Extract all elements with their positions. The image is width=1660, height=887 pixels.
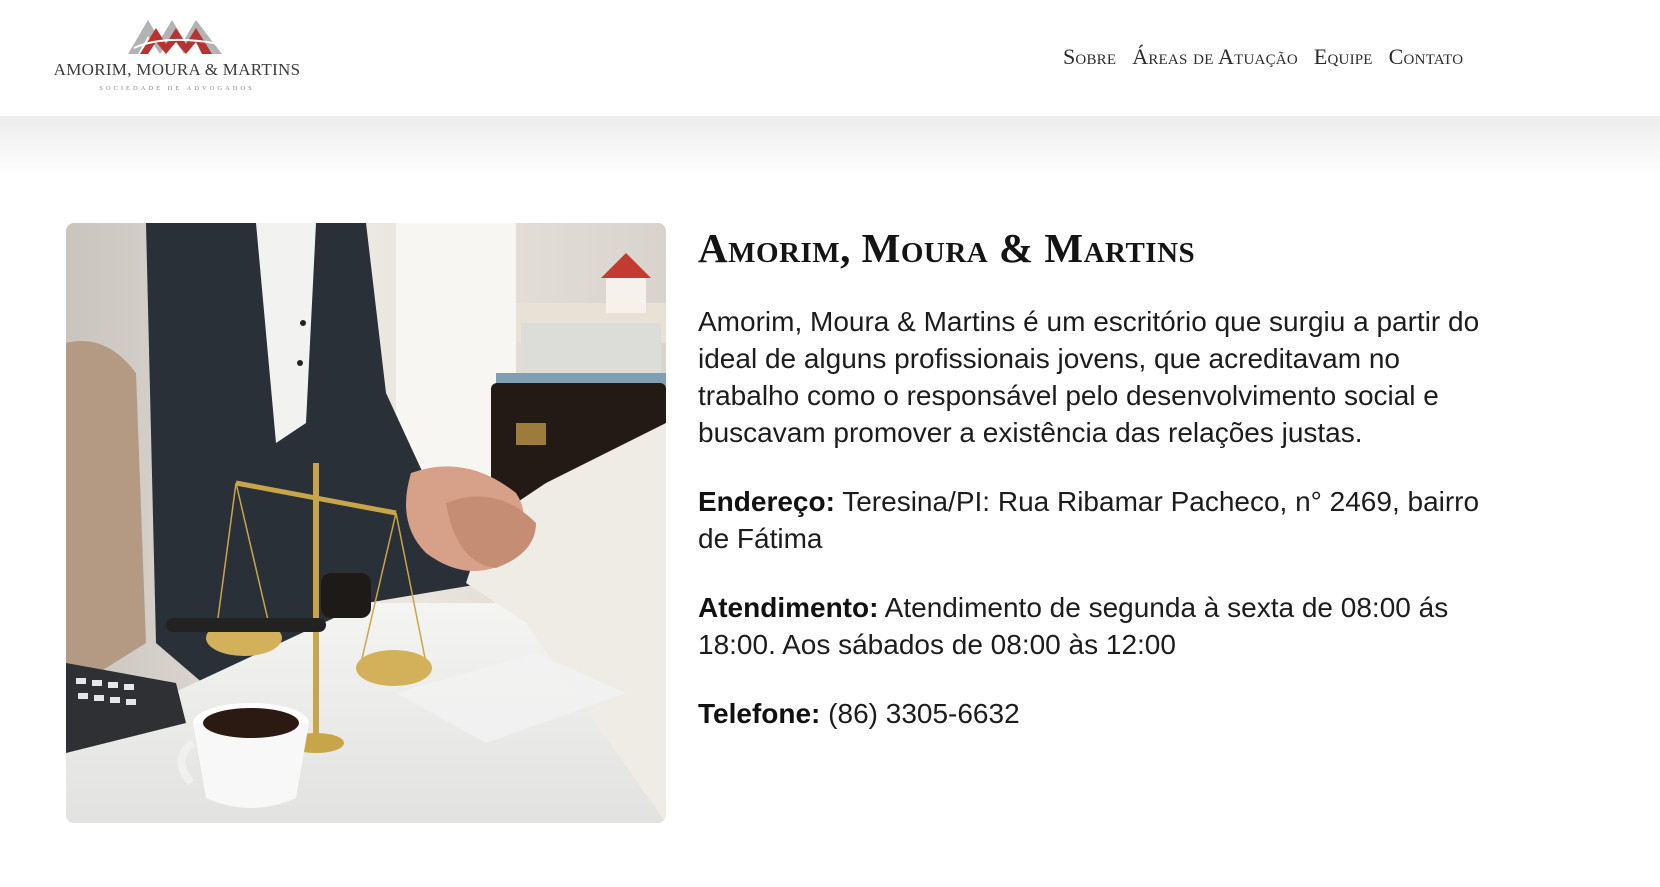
- address-info: Endereço: Teresina/PI: Rua Ribamar Pache…: [698, 483, 1498, 557]
- site-header: AMORIM, MOURA & MARTINS SOCIEDADE DE ADV…: [0, 0, 1660, 116]
- about-section: Amorim, Moura & Martins Amorim, Moura & …: [698, 223, 1518, 732]
- about-title: Amorim, Moura & Martins: [698, 225, 1196, 271]
- main-nav: Sobre Áreas de Atuação Equipe Contato: [1063, 44, 1463, 70]
- about-description: Amorim, Moura & Martins é um escritório …: [698, 306, 1480, 448]
- handshake-photo: [66, 223, 666, 823]
- logo[interactable]: AMORIM, MOURA & MARTINS SOCIEDADE DE ADV…: [52, 14, 302, 98]
- logo-name: AMORIM, MOURA & MARTINS: [53, 60, 301, 79]
- phone-value[interactable]: (86) 3305-6632: [828, 698, 1019, 729]
- phone-info: Telefone: (86) 3305-6632: [698, 695, 1498, 732]
- address-label: Endereço:: [698, 486, 835, 517]
- phone-label: Telefone:: [698, 698, 821, 729]
- nav-item-sobre[interactable]: Sobre: [1063, 44, 1116, 70]
- logo-mountains-icon: [128, 20, 222, 54]
- nav-item-areas-de-atuacao[interactable]: Áreas de Atuação: [1132, 44, 1298, 70]
- handshake-photo-icon: [66, 223, 666, 823]
- header-shadow: [0, 116, 1660, 176]
- nav-item-contato[interactable]: Contato: [1389, 44, 1464, 70]
- nav-item-equipe[interactable]: Equipe: [1314, 44, 1373, 70]
- logo-subtitle: SOCIEDADE DE ADVOGADOS: [99, 85, 255, 92]
- hours-info: Atendimento: Atendimento de segunda à se…: [698, 589, 1498, 663]
- hours-label: Atendimento:: [698, 592, 879, 623]
